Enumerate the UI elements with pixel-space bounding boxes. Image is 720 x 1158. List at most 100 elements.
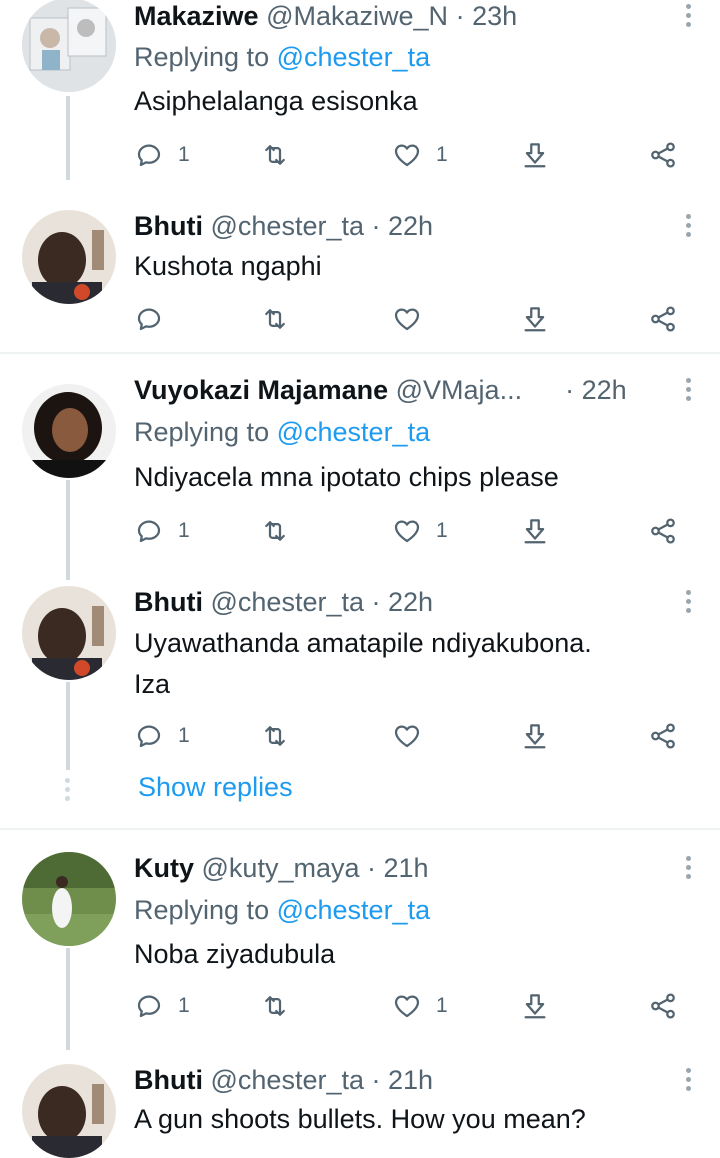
- reply-button[interactable]: [134, 301, 178, 337]
- download-button[interactable]: [520, 137, 550, 173]
- display-name[interactable]: Makaziwe: [134, 1, 259, 31]
- download-button[interactable]: [520, 718, 550, 754]
- user-handle[interactable]: @VMaja...: [396, 375, 522, 405]
- separator-dot: ·: [371, 587, 381, 617]
- tweet-bhuti-3[interactable]: Bhuti @chester_ta · 21h A gun shoots bul…: [0, 1050, 720, 1158]
- avatar[interactable]: [22, 0, 116, 92]
- share-button[interactable]: [648, 718, 678, 754]
- download-icon: [520, 304, 550, 334]
- avatar[interactable]: [22, 852, 116, 946]
- collapsed-thread-dots: [65, 778, 71, 805]
- retweet-icon: [260, 516, 290, 546]
- download-button[interactable]: [520, 301, 550, 337]
- timestamp[interactable]: 21h: [384, 853, 429, 883]
- avatar[interactable]: [22, 210, 116, 304]
- timestamp[interactable]: 23h: [472, 1, 517, 31]
- heart-icon: [392, 140, 422, 170]
- retweet-icon: [260, 140, 290, 170]
- separator-dot: ·: [455, 1, 465, 31]
- reply-button[interactable]: 1: [134, 137, 190, 173]
- share-button[interactable]: [648, 988, 678, 1024]
- action-bar: [134, 301, 694, 337]
- replying-to-handle[interactable]: @chester_ta: [277, 42, 430, 72]
- more-icon[interactable]: [686, 1068, 692, 1095]
- like-button[interactable]: [392, 718, 422, 754]
- display-name[interactable]: Bhuti: [134, 211, 203, 241]
- tweet-text: Kushota ngaphi: [134, 251, 322, 281]
- action-bar: 1 1: [134, 988, 694, 1024]
- separator-dot: ·: [565, 375, 575, 405]
- more-icon[interactable]: [686, 4, 692, 31]
- like-count: 1: [436, 143, 448, 166]
- retweet-button[interactable]: [260, 137, 304, 173]
- like-button[interactable]: [392, 301, 422, 337]
- tweet-text-line: Iza: [134, 669, 171, 699]
- retweet-button[interactable]: [260, 988, 290, 1024]
- more-icon[interactable]: [686, 378, 692, 405]
- user-handle[interactable]: @Makaziwe_N: [266, 1, 448, 31]
- share-button[interactable]: [648, 513, 678, 549]
- reply-icon: [134, 304, 164, 334]
- heart-icon: [392, 721, 422, 751]
- share-icon: [648, 991, 678, 1021]
- tweet-header: Vuyokazi Majamane @VMaja... · 22h: [134, 374, 627, 406]
- reply-button[interactable]: 1: [134, 988, 190, 1024]
- retweet-button[interactable]: [260, 513, 290, 549]
- retweet-button[interactable]: [260, 718, 290, 754]
- separator-dot: ·: [371, 211, 381, 241]
- replying-to-label: Replying to: [134, 417, 270, 447]
- tweet-bhuti[interactable]: Bhuti @chester_ta · 22h Kushota ngaphi: [0, 180, 720, 352]
- timestamp[interactable]: 22h: [388, 587, 433, 617]
- avatar[interactable]: [22, 586, 116, 680]
- more-icon[interactable]: [686, 214, 692, 241]
- reply-icon: [134, 991, 164, 1021]
- display-name[interactable]: Vuyokazi Majamane: [134, 375, 388, 405]
- display-name[interactable]: Bhuti: [134, 1065, 203, 1095]
- tweet-bhuti-2[interactable]: Bhuti @chester_ta · 22h Uyawathanda amat…: [0, 580, 720, 828]
- show-replies-link[interactable]: Show replies: [138, 772, 293, 803]
- more-icon[interactable]: [686, 590, 692, 617]
- share-button[interactable]: [648, 301, 678, 337]
- action-bar: 1 1: [134, 513, 694, 549]
- display-name[interactable]: Kuty: [134, 853, 194, 883]
- tweet-header: Makaziwe @Makaziwe_N · 23h: [134, 0, 517, 32]
- reply-icon: [134, 721, 164, 751]
- download-button[interactable]: [520, 513, 550, 549]
- retweet-icon: [260, 304, 290, 334]
- like-button[interactable]: 1: [392, 513, 448, 549]
- user-handle[interactable]: @chester_ta: [211, 1065, 364, 1095]
- reply-button[interactable]: 1: [134, 718, 190, 754]
- reply-count: 1: [178, 724, 190, 747]
- tweet-vuyokazi[interactable]: Vuyokazi Majamane @VMaja... · 22h Replyi…: [0, 354, 720, 580]
- timestamp[interactable]: 22h: [388, 211, 433, 241]
- reply-count: 1: [178, 143, 190, 166]
- tweet-header: Bhuti @chester_ta · 22h: [134, 210, 433, 242]
- replying-to: Replying to @chester_ta: [134, 416, 430, 448]
- download-button[interactable]: [520, 988, 550, 1024]
- tweet-makaziwe[interactable]: Makaziwe @Makaziwe_N · 23h Replying to @…: [0, 0, 720, 180]
- tweet-header: Bhuti @chester_ta · 21h: [134, 1064, 433, 1096]
- display-name[interactable]: Bhuti: [134, 587, 203, 617]
- more-icon[interactable]: [686, 856, 692, 883]
- user-handle[interactable]: @kuty_maya: [202, 853, 360, 883]
- replying-to-handle[interactable]: @chester_ta: [277, 417, 430, 447]
- like-button[interactable]: 1: [392, 137, 448, 173]
- timestamp[interactable]: 21h: [388, 1065, 433, 1095]
- tweet-kuty[interactable]: Kuty @kuty_maya · 21h Replying to @chest…: [0, 830, 720, 1050]
- user-handle[interactable]: @chester_ta: [211, 587, 364, 617]
- replying-to-handle[interactable]: @chester_ta: [277, 895, 430, 925]
- timestamp[interactable]: 22h: [582, 375, 627, 405]
- share-icon: [648, 516, 678, 546]
- avatar[interactable]: [22, 384, 116, 478]
- thread-line: [66, 682, 70, 770]
- retweet-button[interactable]: [260, 301, 290, 337]
- user-handle[interactable]: @chester_ta: [211, 211, 364, 241]
- tweet-text: Uyawathanda amatapile ndiyakubona. Iza: [134, 623, 680, 705]
- like-button[interactable]: 1: [392, 988, 448, 1024]
- reply-button[interactable]: 1: [134, 513, 190, 549]
- share-button[interactable]: [648, 137, 678, 173]
- separator-dot: ·: [371, 1065, 381, 1095]
- avatar[interactable]: [22, 1064, 116, 1158]
- share-icon: [648, 721, 678, 751]
- thread-line: [66, 96, 70, 180]
